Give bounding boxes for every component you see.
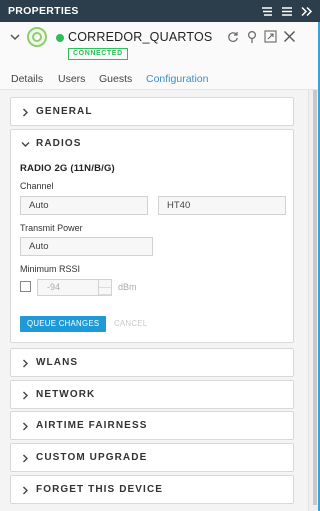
- rssi-unit: dBm: [118, 282, 137, 292]
- section-custom-upgrade[interactable]: CUSTOM UPGRADE: [10, 443, 294, 472]
- section-upgrade-label: CUSTOM UPGRADE: [36, 452, 148, 463]
- chevron-right-icon: [21, 359, 30, 368]
- menu-icon[interactable]: [280, 4, 294, 18]
- locate-icon[interactable]: [246, 30, 258, 47]
- section-forget-label: FORGET THIS DEVICE: [36, 484, 164, 495]
- chevron-down-icon[interactable]: [21, 140, 30, 149]
- minimum-rssi-stepper[interactable]: -94: [37, 279, 112, 296]
- panel-title: PROPERTIES: [8, 5, 79, 17]
- scrollbar-thumb[interactable]: [313, 90, 317, 505]
- device-name: CORREDOR_QUARTOS: [68, 30, 213, 44]
- tab-users[interactable]: Users: [58, 73, 85, 85]
- section-radios: RADIOS RADIO 2G (11N/B/G) Channel Auto H…: [10, 129, 294, 343]
- close-icon[interactable]: [283, 30, 296, 46]
- section-airtime-label: AIRTIME FAIRNESS: [36, 420, 148, 431]
- transmit-power-select[interactable]: Auto: [20, 237, 153, 256]
- chevron-right-icon: [21, 108, 30, 117]
- section-general-label: GENERAL: [36, 106, 93, 117]
- status-badge: CONNECTED: [68, 48, 128, 60]
- minimum-rssi-checkbox[interactable]: [20, 281, 31, 292]
- queue-changes-button[interactable]: QUEUE CHANGES: [20, 316, 107, 332]
- collapse-right-icon[interactable]: [300, 4, 314, 18]
- section-network-label: NETWORK: [36, 389, 96, 400]
- chevron-right-icon: [21, 391, 30, 400]
- properties-titlebar: PROPERTIES: [0, 0, 320, 22]
- section-forget-device[interactable]: FORGET THIS DEVICE: [10, 475, 294, 504]
- section-radios-label[interactable]: RADIOS: [36, 138, 82, 149]
- chevron-right-icon: [21, 454, 30, 463]
- chevron-down-icon[interactable]: [9, 31, 21, 43]
- stepper-spin-icon[interactable]: [98, 280, 111, 295]
- section-airtime-fairness[interactable]: AIRTIME FAIRNESS: [10, 411, 294, 440]
- tab-details[interactable]: Details: [11, 73, 43, 85]
- expand-icon[interactable]: [264, 30, 277, 46]
- channel-label: Channel: [20, 181, 54, 191]
- tab-guests[interactable]: Guests: [99, 73, 132, 85]
- restart-icon[interactable]: [227, 31, 239, 46]
- cancel-button[interactable]: CANCEL: [114, 316, 147, 332]
- transmit-power-label: Transmit Power: [20, 223, 83, 233]
- minimum-rssi-label: Minimum RSSI: [20, 264, 81, 274]
- device-header: CORREDOR_QUARTOS CONNECTED: [0, 22, 320, 66]
- channel-width-select[interactable]: HT40: [158, 196, 286, 215]
- property-tabs: Details Users Guests Configuration: [0, 66, 320, 92]
- status-dot: [56, 34, 64, 42]
- titlebar-actions: [260, 4, 314, 18]
- tab-configuration[interactable]: Configuration: [146, 73, 209, 92]
- chevron-right-icon: [21, 422, 30, 431]
- chevron-right-icon: [21, 486, 30, 495]
- section-wlans-label: WLANS: [36, 357, 79, 368]
- channel-select[interactable]: Auto: [20, 196, 148, 215]
- minimum-rssi-value: -94: [47, 282, 61, 292]
- section-network[interactable]: NETWORK: [10, 380, 294, 409]
- section-general[interactable]: GENERAL: [10, 97, 294, 126]
- section-wlans[interactable]: WLANS: [10, 348, 294, 377]
- access-point-icon: [27, 27, 47, 47]
- radio-subheading: RADIO 2G (11N/B/G): [20, 163, 115, 174]
- list-view-icon[interactable]: [260, 4, 274, 18]
